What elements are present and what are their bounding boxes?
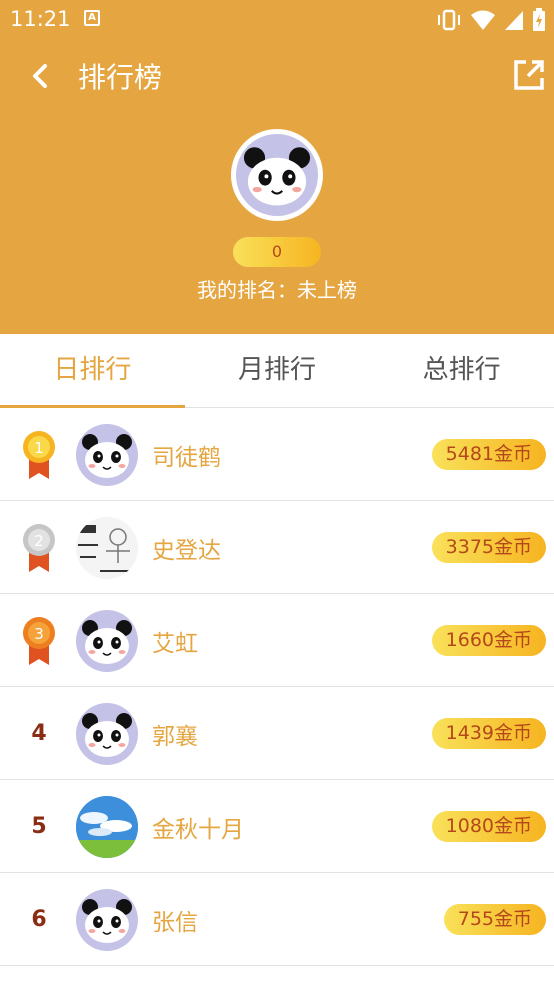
svg-text:1: 1	[34, 439, 44, 457]
user-name: 艾虹	[152, 631, 198, 657]
user-name: 史登达	[152, 538, 221, 564]
rank-cell: 5	[12, 780, 66, 873]
ranking-list: 1 司徒鹤 5481金币 2 史登达 3375金币 3 艾虹 1660金币 4 …	[0, 408, 554, 966]
back-arrow-icon[interactable]	[26, 60, 54, 92]
coins-badge: 1660金币	[431, 625, 546, 656]
tab-total[interactable]: 总排行	[369, 334, 554, 407]
panda-avatar-icon	[82, 713, 132, 757]
user-name: 金秋十月	[152, 817, 244, 843]
coins-badge: 1439金币	[431, 718, 546, 749]
panda-avatar-icon	[82, 434, 132, 478]
ranking-row[interactable]: 1 司徒鹤 5481金币	[0, 408, 554, 501]
rank-cell: 3	[12, 594, 66, 687]
status-bar: 11:21 A	[0, 0, 554, 38]
user-name: 司徒鹤	[152, 445, 221, 471]
avatar	[76, 889, 138, 951]
user-name: 张信	[152, 910, 198, 936]
my-avatar[interactable]	[231, 129, 323, 221]
sketch-avatar-icon	[76, 517, 138, 579]
notification-icon: A	[84, 10, 100, 26]
coins-badge: 5481金币	[431, 439, 546, 470]
battery-icon	[533, 8, 545, 31]
vibrate-icon	[438, 9, 460, 31]
ranking-row[interactable]: 5 金秋十月 1080金币	[0, 780, 554, 873]
bronze-medal-icon: 3	[23, 616, 55, 665]
svg-text:2: 2	[34, 532, 44, 550]
svg-text:3: 3	[34, 625, 44, 643]
ranking-row[interactable]: 2 史登达 3375金币	[0, 501, 554, 594]
coins-badge: 1080金币	[431, 811, 546, 842]
share-icon[interactable]	[512, 58, 546, 92]
rank-number: 6	[31, 907, 47, 932]
ranking-row[interactable]: 4 郭襄 1439金币	[0, 687, 554, 780]
rank-cell: 4	[12, 687, 66, 780]
profile-header: 排行榜 0 我的排名：未上榜	[0, 38, 554, 334]
rank-cell: 6	[12, 873, 66, 966]
panda-avatar-icon	[82, 620, 132, 664]
panda-avatar-icon	[243, 147, 311, 206]
avatar	[76, 796, 138, 858]
ranking-row[interactable]: 3 艾虹 1660金币	[0, 594, 554, 687]
ranking-row[interactable]: 6 张信 755金币	[0, 873, 554, 966]
rank-cell: 1	[12, 408, 66, 501]
avatar	[76, 517, 138, 579]
avatar	[76, 424, 138, 486]
system-icons	[436, 8, 546, 32]
tab-monthly[interactable]: 月排行	[185, 334, 370, 407]
wifi-icon	[471, 10, 495, 30]
signal-icon	[505, 11, 523, 30]
avatar	[76, 703, 138, 765]
gold-medal-icon: 1	[23, 430, 55, 479]
my-rank-text: 我的排名：未上榜	[197, 278, 357, 302]
rank-number: 4	[31, 721, 47, 746]
rank-cell: 2	[12, 501, 66, 594]
avatar	[76, 610, 138, 672]
sky-landscape-avatar-icon	[76, 796, 138, 858]
ranking-tabs: 日排行 月排行 总排行	[0, 334, 554, 408]
status-time: 11:21	[10, 7, 71, 31]
page-title: 排行榜	[78, 61, 163, 94]
rank-number: 5	[31, 814, 47, 839]
user-name: 郭襄	[152, 724, 198, 750]
panda-avatar-icon	[82, 899, 132, 943]
coins-badge: 755金币	[443, 904, 546, 935]
tab-daily[interactable]: 日排行	[0, 334, 185, 408]
my-coins-badge: 0	[233, 237, 321, 267]
coins-badge: 3375金币	[431, 532, 546, 563]
silver-medal-icon: 2	[23, 523, 55, 572]
